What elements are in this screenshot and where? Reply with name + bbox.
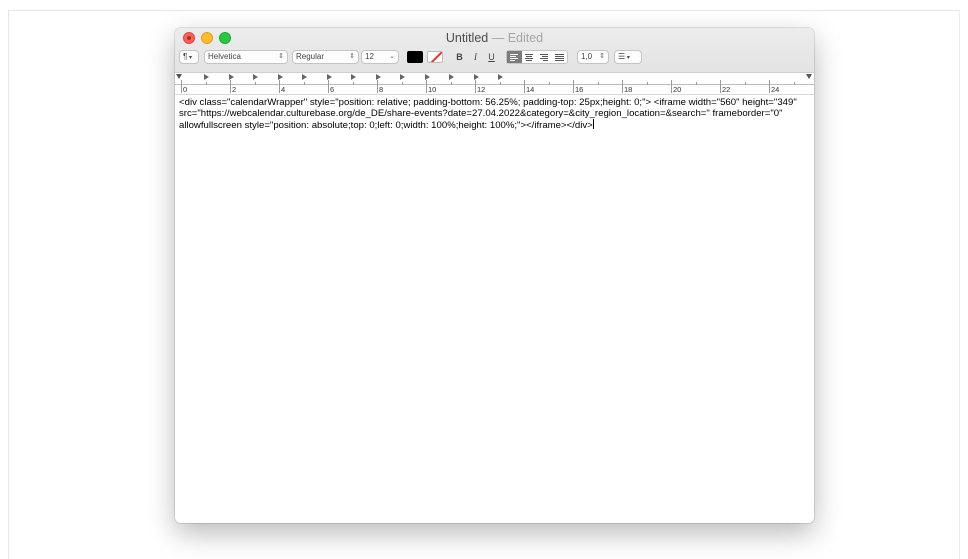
ruler-minor-tick xyxy=(205,82,207,85)
ruler-label: 18 xyxy=(624,85,633,94)
tab-stop-marker[interactable] xyxy=(277,74,283,80)
window-title: Untitled — Edited xyxy=(175,31,814,45)
textedit-window: Untitled — Edited ¶ ▾ Helvetica ⇕ Regula… xyxy=(175,28,814,523)
tab-stop-marker[interactable] xyxy=(326,74,332,80)
stepper-arrows-icon: ⇕ xyxy=(599,53,605,60)
ruler-minor-tick xyxy=(548,82,550,85)
font-style-value: Regular xyxy=(296,52,325,61)
font-size-combo[interactable]: 12 ⌄ xyxy=(361,50,399,64)
chevron-down-icon: ▾ xyxy=(625,55,630,61)
text-caret xyxy=(592,119,594,129)
tab-stop-marker[interactable] xyxy=(473,74,479,80)
edited-indicator: — Edited xyxy=(491,31,544,45)
ruler-minor-tick xyxy=(254,82,256,85)
document-text: <div class="calendarWrapper" style="posi… xyxy=(179,97,800,131)
ruler[interactable]: 0246810121416182022242 xyxy=(175,73,814,95)
ruler-major-tick xyxy=(573,80,574,93)
tab-stop-marker[interactable] xyxy=(449,74,454,80)
font-size-value: 12 xyxy=(365,52,374,61)
ruler-major-tick xyxy=(524,80,525,93)
paragraph-styles-button[interactable]: ¶ ▾ xyxy=(179,50,199,64)
tab-stop-marker[interactable] xyxy=(204,74,209,80)
ruler-major-tick xyxy=(377,80,378,93)
ruler-major-tick xyxy=(328,80,329,93)
list-style-button[interactable]: ☰ ▾ xyxy=(614,50,642,64)
font-family-value: Helvetica xyxy=(208,52,241,61)
ruler-label: 12 xyxy=(477,85,486,94)
ruler-minor-tick xyxy=(597,82,599,85)
ruler-label: 14 xyxy=(526,85,535,94)
tab-stop-marker[interactable] xyxy=(302,74,307,80)
left-margin-marker[interactable] xyxy=(176,74,182,79)
tab-stop-marker[interactable] xyxy=(375,74,381,80)
tab-stop-marker[interactable] xyxy=(498,74,503,80)
document-name: Untitled xyxy=(445,31,489,45)
ruler-major-tick xyxy=(426,80,427,93)
italic-button[interactable]: I xyxy=(468,50,483,64)
ruler-minor-tick xyxy=(303,82,305,85)
ruler-minor-tick xyxy=(450,82,452,85)
alignment-segmented-control xyxy=(506,50,568,64)
align-left-button[interactable] xyxy=(507,51,522,63)
ruler-label: 4 xyxy=(281,85,286,94)
tab-stop-marker[interactable] xyxy=(424,74,430,80)
ruler-label: 0 xyxy=(183,85,188,94)
stepper-arrows-icon: ⇕ xyxy=(349,53,355,60)
chevron-down-icon: ⌄ xyxy=(389,53,395,60)
ruler-label: 20 xyxy=(673,85,682,94)
ruler-major-tick xyxy=(230,80,231,93)
chevron-down-icon: ▾ xyxy=(187,55,192,61)
ruler-label: 10 xyxy=(428,85,437,94)
align-right-button[interactable] xyxy=(537,51,552,63)
highlight-color-swatch[interactable] xyxy=(427,51,443,63)
ruler-minor-tick xyxy=(793,82,795,85)
ruler-minor-tick xyxy=(352,82,354,85)
line-spacing-select[interactable]: 1,0 ⇕ xyxy=(577,50,609,64)
ruler-label: 6 xyxy=(330,85,335,94)
no-color-slash-icon xyxy=(428,52,442,62)
right-margin-marker[interactable] xyxy=(806,74,812,79)
ruler-major-tick xyxy=(181,80,182,93)
underline-button[interactable]: U xyxy=(484,50,499,64)
font-family-select[interactable]: Helvetica ⇕ xyxy=(204,50,288,64)
ruler-major-tick xyxy=(769,80,770,93)
ruler-minor-tick xyxy=(646,82,648,85)
stepper-arrows-icon: ⇕ xyxy=(278,53,284,60)
ruler-label: 2 xyxy=(232,85,237,94)
ruler-major-tick xyxy=(475,80,476,93)
ruler-minor-tick xyxy=(695,82,697,85)
line-spacing-value: 1,0 xyxy=(581,52,593,61)
ruler-label: 22 xyxy=(722,85,731,94)
ruler-label: 8 xyxy=(379,85,384,94)
document-body[interactable]: <div class="calendarWrapper" style="posi… xyxy=(179,97,810,131)
align-center-button[interactable] xyxy=(522,51,537,63)
ruler-label: 16 xyxy=(575,85,584,94)
font-style-select[interactable]: Regular ⇕ xyxy=(292,50,359,64)
bold-button[interactable]: B xyxy=(452,50,467,64)
ruler-label: 24 xyxy=(771,85,780,94)
ruler-major-tick xyxy=(622,80,623,93)
ruler-minor-tick xyxy=(744,82,746,85)
ruler-baseline xyxy=(175,84,814,85)
format-toolbar: ¶ ▾ Helvetica ⇕ Regular ⇕ 12 ⌄ B I U 1,0… xyxy=(175,50,814,68)
ruler-major-tick xyxy=(279,80,280,93)
tab-stop-marker[interactable] xyxy=(228,74,234,80)
ruler-major-tick xyxy=(671,80,672,93)
tab-stop-marker[interactable] xyxy=(351,74,356,80)
ruler-major-tick xyxy=(720,80,721,93)
justify-button[interactable] xyxy=(552,51,567,63)
ruler-minor-tick xyxy=(499,82,501,85)
text-color-swatch[interactable] xyxy=(407,51,423,63)
ruler-minor-tick xyxy=(401,82,403,85)
tab-stop-marker[interactable] xyxy=(253,74,258,80)
title-bar[interactable]: Untitled — Edited ¶ ▾ Helvetica ⇕ Regula… xyxy=(175,28,814,73)
tab-stop-marker[interactable] xyxy=(400,74,405,80)
